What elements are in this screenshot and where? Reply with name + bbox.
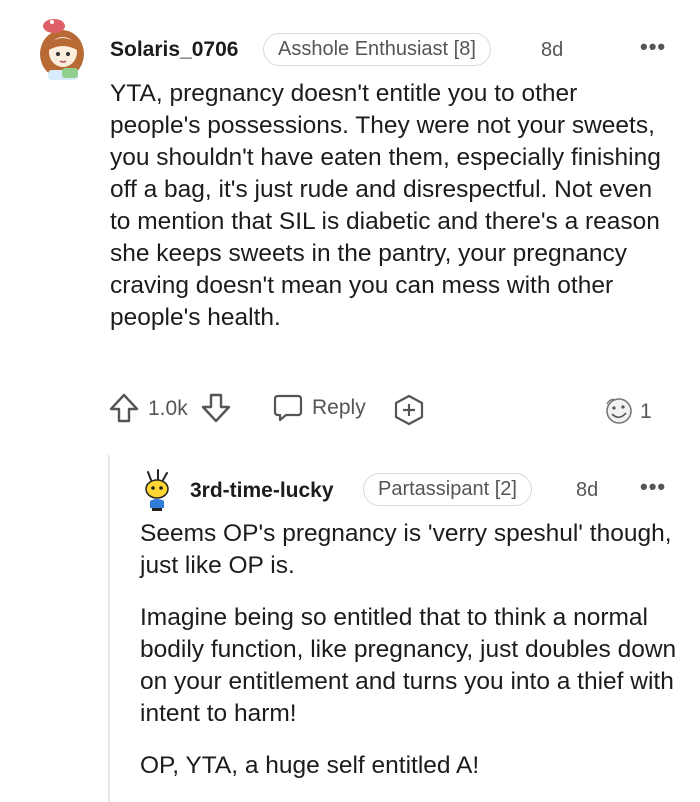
reply-paragraph: Seems OP's pregnancy is 'verry speshul' … [140, 520, 672, 579]
avatar[interactable] [30, 14, 94, 82]
reply-timestamp: 8d [576, 479, 599, 501]
comment-body: YTA, pregnancy doesn't entitle you to ot… [110, 80, 661, 331]
more-options-icon[interactable]: ••• [640, 34, 666, 60]
upvote-icon[interactable] [108, 392, 140, 429]
reply-button[interactable]: Reply [272, 391, 372, 425]
reply-label: Reply [312, 396, 366, 419]
reply-more-options-icon[interactable]: ••• [640, 474, 666, 500]
grinning-award-icon [606, 398, 632, 424]
reply-paragraph: OP, YTA, a huge self entitled A! [140, 752, 480, 779]
reply-avatar-image [145, 469, 169, 511]
reply-paragraph: Imagine being so entitled that to think … [140, 604, 677, 727]
reply-avatar[interactable] [138, 468, 176, 512]
reply-username[interactable]: 3rd-time-lucky [190, 479, 334, 503]
award-count: 1 [640, 400, 652, 423]
avatar-image [40, 19, 84, 80]
vote-count: 1.0k [148, 397, 188, 420]
timestamp: 8d [541, 39, 564, 61]
downvote-icon[interactable] [200, 392, 232, 429]
user-flair: Asshole Enthusiast [8] [263, 33, 491, 66]
add-award-icon [394, 394, 424, 426]
thread-line[interactable] [108, 455, 110, 802]
reply-user-flair: Partassipant [2] [363, 473, 532, 506]
username[interactable]: Solaris_0706 [110, 38, 238, 62]
reply-icon [273, 394, 303, 422]
award-button[interactable] [393, 394, 425, 431]
award-badge[interactable] [602, 396, 636, 431]
